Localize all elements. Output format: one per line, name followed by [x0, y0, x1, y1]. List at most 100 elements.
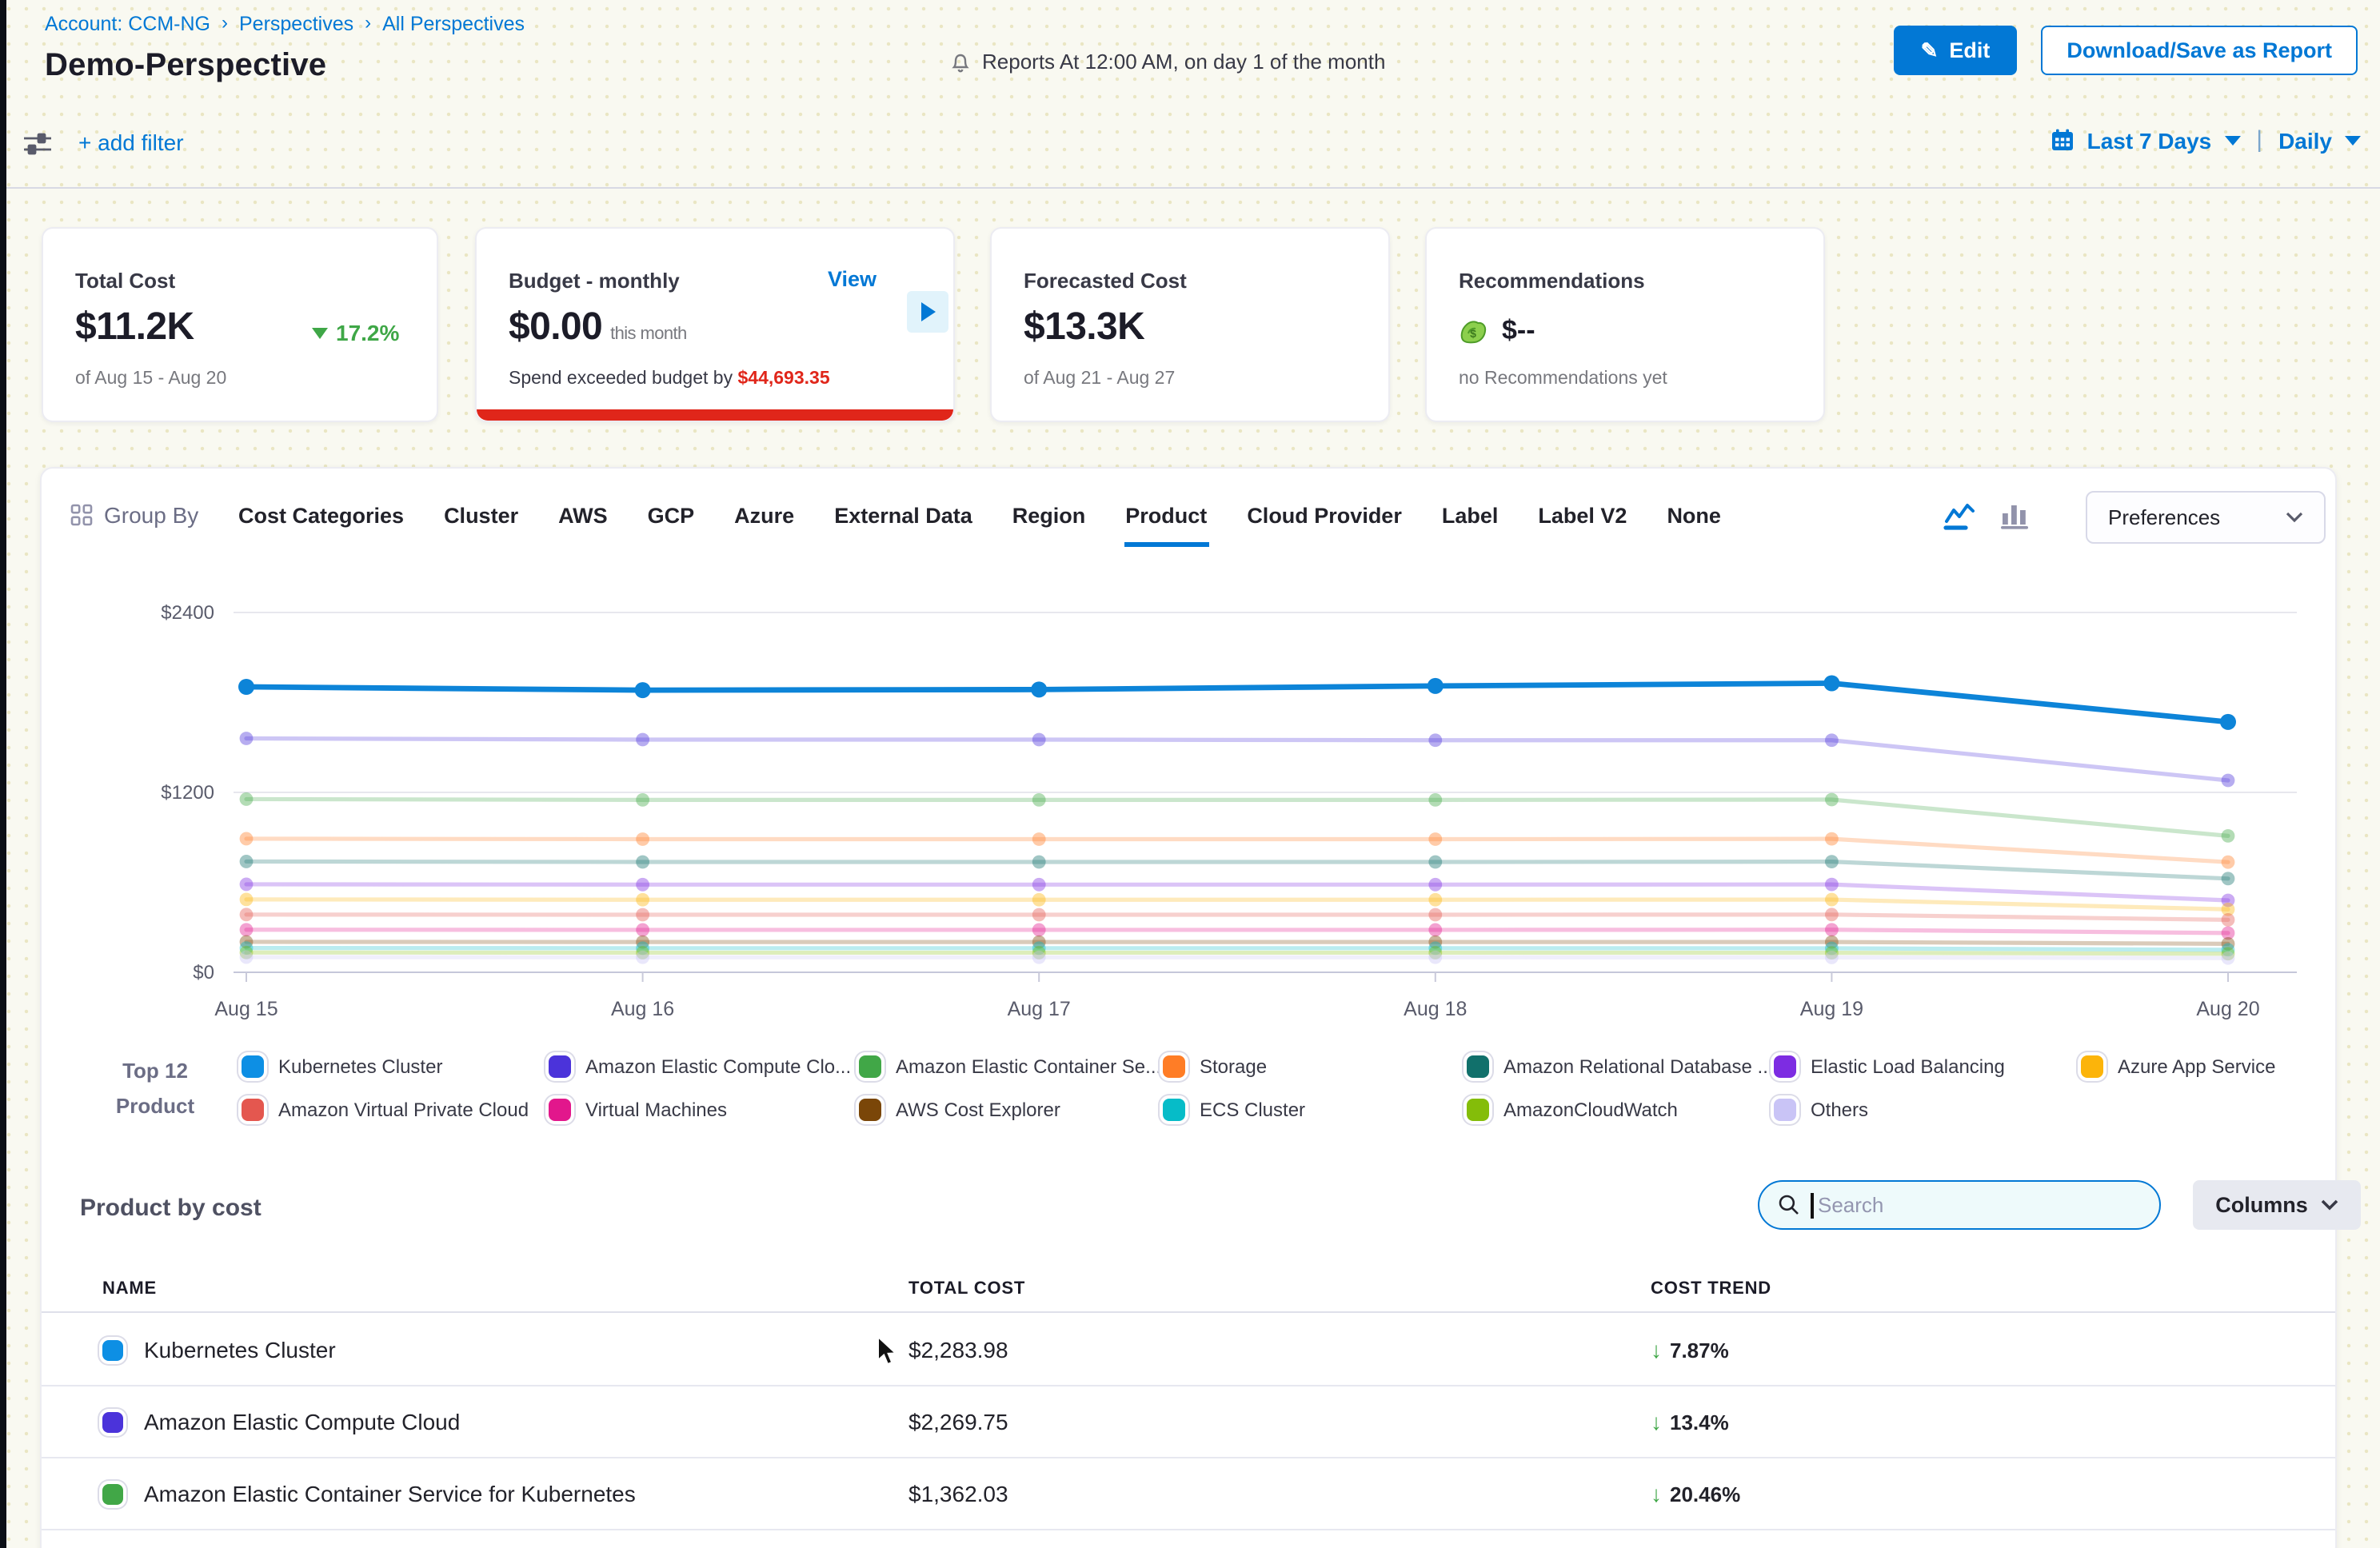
edit-button[interactable]: ✎ Edit [1894, 26, 2018, 75]
data-point[interactable] [240, 832, 254, 846]
data-point[interactable] [1032, 733, 1046, 747]
legend-item[interactable]: Amazon Elastic Container Se... [859, 1055, 1163, 1077]
columns-button[interactable]: Columns [2193, 1180, 2361, 1230]
series-line[interactable] [246, 952, 2228, 954]
data-point[interactable] [1825, 793, 1839, 807]
tab-gcp[interactable]: GCP [646, 494, 697, 547]
series-line[interactable] [246, 942, 2228, 944]
chevron-down-icon[interactable] [2224, 135, 2240, 145]
tab-region[interactable]: Region [1011, 494, 1088, 547]
data-point[interactable] [2222, 913, 2235, 927]
data-point[interactable] [1825, 832, 1839, 846]
tab-label[interactable]: Label [1440, 494, 1500, 547]
data-point[interactable] [1428, 856, 1442, 869]
data-point[interactable] [635, 682, 651, 698]
legend-item[interactable]: Azure App Service [2081, 1055, 2329, 1077]
add-filter-button[interactable]: + add filter [78, 130, 184, 155]
data-point[interactable] [1428, 678, 1444, 694]
legend-item[interactable]: Kubernetes Cluster [242, 1055, 549, 1077]
line-chart-icon[interactable] [1943, 501, 1977, 531]
data-point[interactable] [1032, 893, 1046, 907]
data-point[interactable] [1428, 832, 1442, 846]
date-range-dropdown[interactable]: Last 7 Days [2087, 127, 2212, 153]
data-point[interactable] [240, 855, 254, 868]
data-point[interactable] [636, 793, 649, 807]
series-line[interactable] [246, 861, 2228, 878]
cost-trend-chart[interactable]: $0$1200$2400Aug 15Aug 16Aug 17Aug 18Aug … [42, 593, 2338, 1044]
legend-item[interactable]: Storage [1163, 1055, 1467, 1077]
series-line[interactable] [246, 957, 2228, 958]
breadcrumb-perspectives[interactable]: Perspectives [239, 13, 353, 35]
legend-item[interactable]: AmazonCloudWatch [1467, 1098, 1774, 1120]
series-line[interactable] [246, 684, 2228, 722]
data-point[interactable] [636, 832, 649, 846]
series-line[interactable] [246, 930, 2228, 933]
data-point[interactable] [2220, 714, 2236, 730]
legend-item[interactable]: Elastic Load Balancing [1774, 1055, 2081, 1077]
data-point[interactable] [1032, 856, 1046, 869]
data-point[interactable] [1825, 923, 1839, 936]
data-point[interactable] [240, 878, 254, 892]
tab-aws[interactable]: AWS [557, 494, 609, 547]
tab-cloud-provider[interactable]: Cloud Provider [1245, 494, 1404, 547]
tab-none[interactable]: None [1665, 494, 1723, 547]
data-point[interactable] [240, 908, 254, 921]
column-header-total-cost[interactable]: TOTAL COST [908, 1279, 1651, 1298]
data-point[interactable] [240, 923, 254, 936]
data-point[interactable] [1825, 733, 1839, 747]
data-point[interactable] [636, 908, 649, 922]
data-point[interactable] [2222, 952, 2235, 965]
data-point[interactable] [636, 893, 649, 907]
data-point[interactable] [240, 792, 254, 806]
breadcrumb-all-perspectives[interactable]: All Perspectives [382, 13, 525, 35]
tab-cost-categories[interactable]: Cost Categories [237, 494, 405, 547]
download-save-report-button[interactable]: Download/Save as Report [2041, 26, 2358, 75]
data-point[interactable] [2222, 829, 2235, 843]
data-point[interactable] [1823, 676, 1839, 692]
data-point[interactable] [636, 856, 649, 869]
preferences-dropdown[interactable]: Preferences [2086, 491, 2326, 544]
data-point[interactable] [1428, 908, 1442, 922]
data-point[interactable] [1428, 878, 1442, 892]
data-point[interactable] [1032, 878, 1046, 892]
data-point[interactable] [636, 924, 649, 937]
data-point[interactable] [2222, 774, 2235, 788]
tab-azure[interactable]: Azure [733, 494, 796, 547]
chevron-down-icon[interactable] [2345, 135, 2361, 145]
tab-cluster[interactable]: Cluster [442, 494, 520, 547]
data-point[interactable] [240, 732, 254, 745]
data-point[interactable] [636, 733, 649, 747]
legend-item[interactable]: Amazon Relational Database ... [1467, 1055, 1774, 1077]
data-point[interactable] [240, 892, 254, 906]
legend-item[interactable]: AWS Cost Explorer [859, 1098, 1163, 1120]
data-point[interactable] [1032, 908, 1046, 922]
granularity-dropdown[interactable]: Daily [2278, 127, 2332, 153]
data-point[interactable] [1825, 951, 1839, 964]
data-point[interactable] [240, 951, 254, 964]
series-line[interactable] [246, 915, 2228, 920]
data-point[interactable] [636, 878, 649, 892]
data-point[interactable] [1032, 832, 1046, 846]
data-point[interactable] [1428, 733, 1442, 747]
data-point[interactable] [1032, 793, 1046, 807]
budget-expand-button[interactable] [907, 291, 948, 333]
tab-label-v2[interactable]: Label V2 [1536, 494, 1628, 547]
legend-item[interactable]: Amazon Virtual Private Cloud [242, 1098, 549, 1120]
breadcrumb-account[interactable]: Account: CCM-NG [45, 13, 210, 35]
tab-external-data[interactable]: External Data [833, 494, 974, 547]
data-point[interactable] [238, 679, 254, 695]
legend-item[interactable]: Amazon Elastic Compute Clo... [549, 1055, 859, 1077]
filter-sliders-icon[interactable] [22, 130, 53, 166]
search-input[interactable] [1818, 1193, 2090, 1217]
data-point[interactable] [1825, 878, 1839, 892]
series-line[interactable] [246, 948, 2228, 950]
bar-chart-icon[interactable] [1999, 501, 2031, 531]
data-point[interactable] [1032, 924, 1046, 937]
table-row[interactable]: Amazon Elastic Compute Cloud$2,269.75↓13… [42, 1386, 2335, 1458]
legend-item[interactable]: ECS Cluster [1163, 1098, 1467, 1120]
data-point[interactable] [1825, 893, 1839, 907]
legend-item[interactable]: Virtual Machines [549, 1098, 859, 1120]
data-point[interactable] [1428, 893, 1442, 907]
search-box[interactable] [1758, 1180, 2161, 1230]
budget-view-link[interactable]: View [828, 267, 877, 291]
